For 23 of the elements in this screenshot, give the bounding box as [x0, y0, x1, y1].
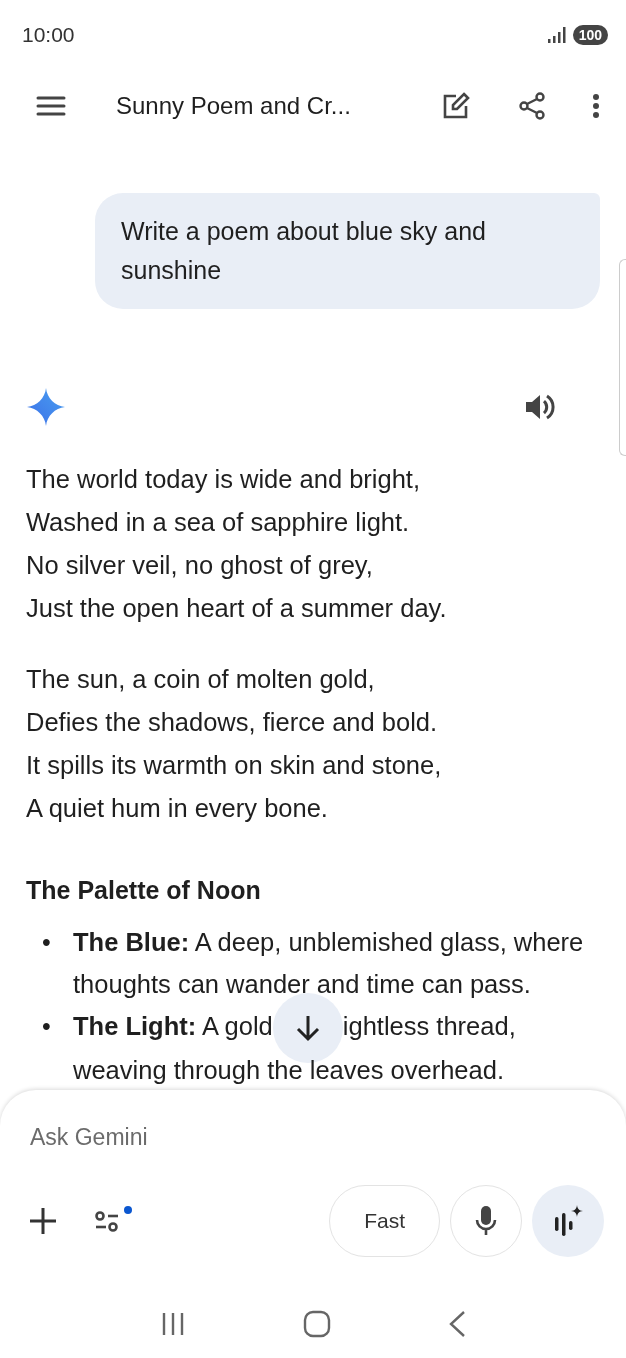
poem-line: Just the open heart of a summer day. [26, 593, 448, 624]
user-prompt: Write a poem about blue sky and sunshine [95, 193, 600, 309]
poem-line: No silver veil, no ghost of grey, [26, 550, 374, 581]
battery-indicator: 100 [572, 25, 608, 45]
poem-line: A quiet hum in every bone. [26, 793, 329, 824]
poem-line: It spills its warmth on skin and stone, [26, 750, 443, 781]
sparkle-icon [26, 387, 66, 427]
bullet-text: The Light: A gold [73, 1012, 273, 1040]
bullet-text: The Blue: A deep, unblemished glass, where thoughts can wander and time can pass. [73, 928, 584, 998]
signal-icon [546, 26, 567, 44]
mode-button[interactable]: Fast [329, 1185, 440, 1257]
poem-line: Defies the shadows, fierce and bold. [26, 707, 439, 738]
bullet-text: weaving through the leaves overhead. [73, 1056, 504, 1085]
bullet-text: ightless thread, [342, 1012, 516, 1040]
chat-title: Sunny Poem and Cr... [116, 92, 352, 120]
poem-line: The sun, a coin of molten gold, [26, 664, 376, 695]
poem-line: Washed in a sea of sapphire light. [26, 507, 411, 538]
status-time: 10:00 [22, 23, 75, 47]
section-heading: The Palette of Noon [26, 875, 262, 905]
poem-line: The world today is wide and bright, [26, 464, 422, 495]
down-arrow-icon [294, 1014, 321, 1043]
bullet-marker: • [41, 1011, 52, 1042]
bullet-marker: • [41, 927, 52, 958]
